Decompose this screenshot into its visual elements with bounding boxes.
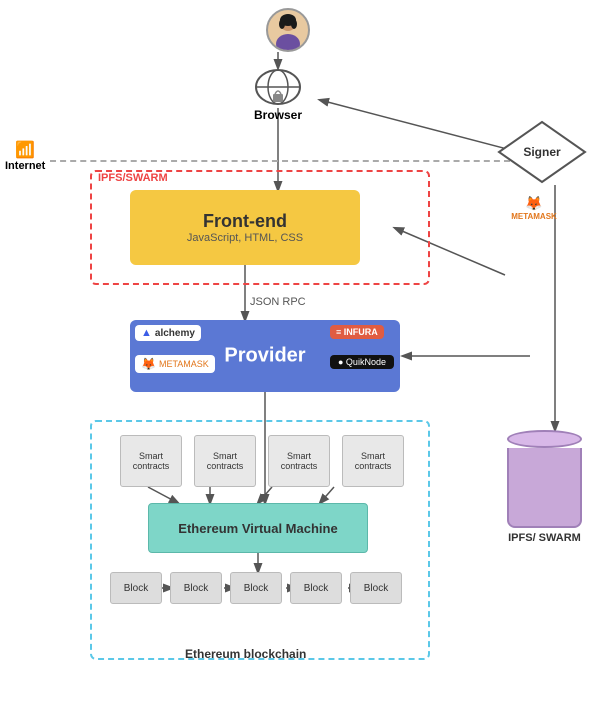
metamask-provider-badge: 🦊 METAMASK — [135, 355, 215, 373]
block-1: Block — [110, 572, 162, 604]
metamask-provider-label: METAMASK — [159, 359, 209, 369]
alchemy-label: alchemy — [155, 328, 195, 339]
cylinder-top — [507, 430, 582, 448]
internet-label: Internet — [5, 160, 45, 172]
internet-section: 📶 Internet — [5, 140, 45, 172]
user-avatar — [258, 8, 318, 52]
metamask-signer-badge: 🦊 METAMASK — [494, 195, 574, 221]
browser-box: Browser — [238, 68, 318, 122]
ipfs-cylinder-label: IPFS/ SWARM — [507, 532, 582, 544]
block-5: Block — [350, 572, 402, 604]
json-rpc-label: JSON RPC — [250, 296, 306, 308]
smart-contracts-row: Smart contracts Smart contracts Smart co… — [120, 435, 404, 487]
ipfs-swarm-label: IPFS/SWARM — [98, 172, 168, 184]
smart-contract-1: Smart contracts — [120, 435, 182, 487]
infura-badge: ≡ INFURA — [330, 325, 384, 339]
avatar-icon — [266, 8, 310, 52]
browser-label: Browser — [238, 108, 318, 122]
signer-diamond: Signer — [497, 120, 587, 185]
svg-text:Signer: Signer — [523, 145, 561, 159]
evm-label: Ethereum Virtual Machine — [178, 521, 337, 536]
smart-contract-3: Smart contracts — [268, 435, 330, 487]
frontend-title: Front-end — [203, 211, 287, 232]
internet-line — [50, 160, 510, 162]
ipfs-swarm-cylinder: IPFS/ SWARM — [507, 430, 582, 544]
evm-box: Ethereum Virtual Machine — [148, 503, 368, 553]
quicknode-label: ● QuikNode — [338, 357, 386, 367]
cylinder-body — [507, 448, 582, 528]
quicknode-badge: ● QuikNode — [330, 355, 394, 369]
frontend-box: Front-end JavaScript, HTML, CSS — [130, 190, 360, 265]
provider-label: Provider — [224, 345, 305, 368]
frontend-subtitle: JavaScript, HTML, CSS — [187, 232, 303, 244]
diagram: Browser 📶 Internet Signer 🦊 METAMASK IPF… — [0, 0, 612, 717]
metamask-signer-label: METAMASK — [494, 212, 574, 221]
smart-contract-2: Smart contracts — [194, 435, 256, 487]
infura-label: ≡ INFURA — [336, 327, 378, 337]
wifi-icon: 📶 — [5, 140, 45, 160]
ethereum-blockchain-label: Ethereum blockchain — [185, 647, 306, 661]
smart-contract-4: Smart contracts — [342, 435, 404, 487]
block-3: Block — [230, 572, 282, 604]
browser-icon — [253, 68, 303, 106]
alchemy-badge: ▲ alchemy — [135, 325, 201, 341]
block-4: Block — [290, 572, 342, 604]
blocks-row: Block Block Block Block Block — [110, 572, 402, 604]
block-2: Block — [170, 572, 222, 604]
